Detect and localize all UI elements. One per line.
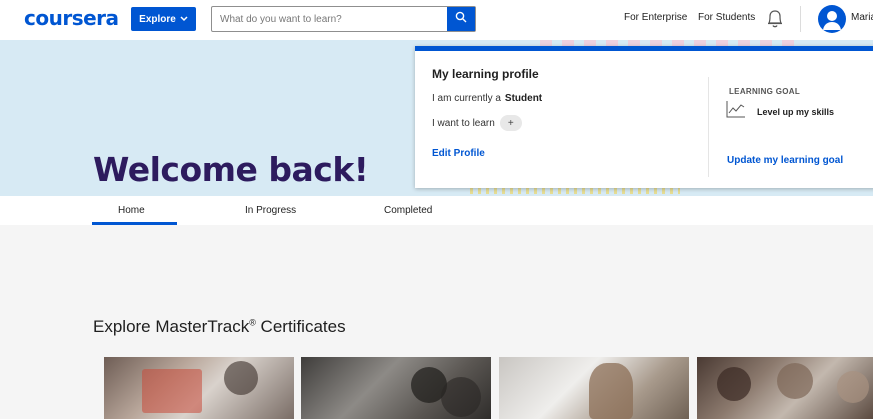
edit-profile-link[interactable]: Edit Profile bbox=[432, 148, 485, 159]
search-button[interactable] bbox=[447, 7, 475, 31]
explore-label: Explore bbox=[139, 13, 176, 25]
user-name[interactable]: Maria bbox=[851, 12, 873, 23]
learn-line: I want to learn + bbox=[432, 115, 522, 131]
certificate-card-image[interactable] bbox=[104, 357, 294, 419]
learning-goal-value: Level up my skills bbox=[757, 107, 835, 117]
welcome-heading: Welcome back! bbox=[93, 150, 369, 189]
chevron-down-icon bbox=[180, 15, 188, 24]
learning-goal-heading: LEARNING GOAL bbox=[729, 87, 801, 96]
learning-profile-card: My learning profile I am currently a Stud… bbox=[415, 46, 873, 188]
search-bar bbox=[211, 6, 476, 32]
learn-prefix: I want to learn bbox=[432, 117, 495, 129]
current-role-value: Student bbox=[504, 93, 543, 104]
avatar-icon[interactable] bbox=[818, 5, 846, 33]
certificate-card-image[interactable] bbox=[697, 357, 873, 419]
top-nav: coursera Explore For Enterprise For Stud… bbox=[0, 0, 873, 38]
tab-home[interactable]: Home bbox=[118, 205, 145, 216]
search-icon bbox=[455, 10, 467, 28]
header-divider bbox=[800, 6, 801, 32]
main-content: Explore MasterTrack® Certificates bbox=[0, 225, 873, 419]
tab-in-progress[interactable]: In Progress bbox=[245, 205, 296, 216]
add-interest-button[interactable]: + bbox=[499, 115, 522, 131]
for-enterprise-link[interactable]: For Enterprise bbox=[624, 12, 687, 23]
current-role-prefix: I am currently a bbox=[432, 93, 501, 104]
certificate-card-image[interactable] bbox=[499, 357, 689, 419]
certificate-card-image[interactable] bbox=[301, 357, 491, 419]
explore-button[interactable]: Explore bbox=[131, 7, 196, 31]
card-divider bbox=[708, 77, 709, 177]
bell-icon[interactable] bbox=[766, 8, 784, 30]
dashboard-tabs: Home In Progress Completed bbox=[0, 198, 873, 225]
tab-completed[interactable]: Completed bbox=[384, 205, 432, 216]
search-input[interactable] bbox=[212, 7, 447, 31]
coursera-logo[interactable]: coursera bbox=[24, 6, 119, 30]
for-students-link[interactable]: For Students bbox=[698, 12, 755, 23]
trend-chart-icon bbox=[726, 100, 746, 118]
section-title: Explore MasterTrack® Certificates bbox=[93, 317, 346, 336]
profile-title: My learning profile bbox=[432, 67, 539, 81]
current-role-line: I am currently a Student bbox=[432, 93, 542, 104]
update-goal-link[interactable]: Update my learning goal bbox=[727, 155, 843, 166]
